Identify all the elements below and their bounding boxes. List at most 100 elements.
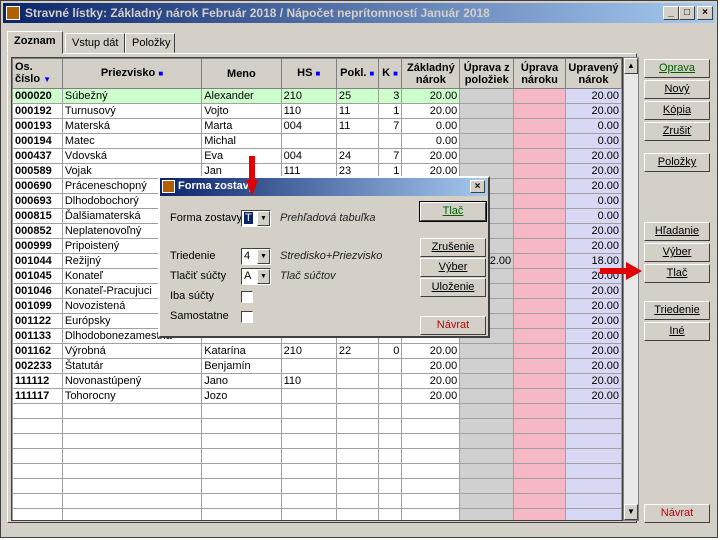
empty-cell[interactable] — [377, 433, 403, 449]
table-row[interactable]: 000192 Turnusový Vojto 110 11 1 20.00 20.00 — [12, 103, 622, 119]
cell-meno[interactable]: Jozo — [201, 388, 282, 404]
empty-cell[interactable] — [377, 448, 403, 464]
kopia-button[interactable]: Kópia — [644, 101, 710, 120]
cell-uprava-naroku[interactable] — [513, 88, 566, 104]
table-row[interactable]: 000020 Súbežný Alexander 210 25 3 20.00 20.00 — [12, 88, 622, 104]
empty-cell[interactable] — [335, 433, 379, 449]
cell-zakladny-narok[interactable]: 20.00 — [401, 148, 461, 164]
empty-cell[interactable] — [280, 463, 337, 479]
cell-upraveny-narok[interactable]: 20.00 — [564, 358, 622, 374]
empty-cell[interactable] — [280, 418, 337, 434]
dialog-zrusenie-button[interactable]: Zrušenie — [420, 238, 486, 257]
cell-meno[interactable]: Eva — [201, 148, 282, 164]
col-header-zakladny-narok[interactable]: Základný nárok — [401, 58, 461, 89]
cell-uprava-naroku[interactable] — [513, 208, 566, 224]
empty-cell[interactable] — [564, 448, 622, 464]
empty-cell[interactable] — [564, 493, 622, 509]
cell-uprava-naroku[interactable] — [513, 223, 566, 239]
navrat-button[interactable]: Návrat — [644, 504, 710, 523]
empty-cell[interactable] — [61, 448, 203, 464]
empty-cell[interactable] — [201, 448, 282, 464]
cell-upraveny-narok[interactable]: 20.00 — [564, 103, 622, 119]
col-header-priezvisko[interactable]: Priezvisko ■ — [61, 58, 203, 89]
cell-os-cislo[interactable]: 001162 — [12, 343, 63, 359]
novy-button[interactable]: Nový — [644, 80, 710, 99]
cell-hs[interactable]: 004 — [280, 148, 337, 164]
cell-uprava-naroku[interactable] — [513, 313, 566, 329]
cell-priezvisko[interactable]: Výrobná — [61, 343, 203, 359]
empty-cell[interactable] — [564, 433, 622, 449]
cell-upraveny-narok[interactable]: 20.00 — [564, 283, 622, 299]
cell-zakladny-narok[interactable]: 20.00 — [401, 373, 461, 389]
cell-os-cislo[interactable]: 001133 — [12, 328, 63, 344]
cell-zakladny-narok[interactable]: 0.00 — [401, 118, 461, 134]
empty-table-row[interactable] — [12, 448, 622, 464]
cell-pokl[interactable] — [335, 388, 379, 404]
cell-k[interactable] — [377, 388, 403, 404]
polozky-button[interactable]: Položky — [644, 153, 710, 172]
tab-zoznam[interactable]: Zoznam — [7, 31, 63, 54]
empty-cell[interactable] — [459, 478, 515, 494]
iba-sucty-checkbox[interactable] — [241, 291, 253, 303]
cell-pokl[interactable] — [335, 358, 379, 374]
title-bar[interactable]: Stravné lístky: Základný nárok Február 2… — [3, 3, 715, 23]
empty-cell[interactable] — [201, 493, 282, 509]
cell-pokl[interactable]: 11 — [335, 103, 379, 119]
cell-priezvisko[interactable]: Matec — [61, 133, 203, 149]
col-header-upraveny-narok[interactable]: Upravený nárok — [564, 58, 622, 89]
cell-os-cislo[interactable]: 000690 — [12, 178, 63, 194]
empty-cell[interactable] — [335, 448, 379, 464]
empty-cell[interactable] — [335, 418, 379, 434]
zrusit-button[interactable]: Zrušiť — [644, 122, 710, 141]
chevron-down-icon[interactable]: ▼ — [257, 269, 270, 284]
cell-priezvisko[interactable]: Súbežný — [61, 88, 203, 104]
col-header-hs[interactable]: HS ■ — [280, 58, 337, 89]
empty-cell[interactable] — [401, 403, 461, 419]
table-row[interactable]: 000437 Vdovská Eva 004 24 7 20.00 20.00 — [12, 148, 622, 164]
cell-uprava-naroku[interactable] — [513, 298, 566, 314]
empty-cell[interactable] — [201, 463, 282, 479]
empty-cell[interactable] — [12, 508, 63, 520]
oprava-button[interactable]: Oprava — [644, 59, 710, 78]
empty-cell[interactable] — [12, 463, 63, 479]
cell-uprava-naroku[interactable] — [513, 193, 566, 209]
col-header-k[interactable]: K ■ — [377, 58, 403, 89]
cell-os-cislo[interactable]: 002233 — [12, 358, 63, 374]
cell-k[interactable] — [377, 358, 403, 374]
cell-uprava-naroku[interactable] — [513, 373, 566, 389]
empty-table-row[interactable] — [12, 403, 622, 419]
cell-upraveny-narok[interactable]: 20.00 — [564, 298, 622, 314]
col-header-meno[interactable]: Meno — [201, 58, 282, 89]
empty-cell[interactable] — [564, 403, 622, 419]
table-row[interactable]: 002233 Štatutár Benjamín 20.00 20.00 — [12, 358, 622, 374]
empty-cell[interactable] — [280, 478, 337, 494]
cell-upraveny-narok[interactable]: 0.00 — [564, 133, 622, 149]
forma-zostavy-select[interactable]: T ▼ — [241, 210, 271, 227]
empty-cell[interactable] — [459, 433, 515, 449]
empty-cell[interactable] — [280, 433, 337, 449]
empty-cell[interactable] — [280, 448, 337, 464]
empty-cell[interactable] — [401, 418, 461, 434]
empty-cell[interactable] — [513, 478, 566, 494]
cell-upraveny-narok[interactable]: 0.00 — [564, 208, 622, 224]
empty-cell[interactable] — [12, 433, 63, 449]
cell-os-cislo[interactable]: 000693 — [12, 193, 63, 209]
table-row[interactable]: 001162 Výrobná Katarína 210 22 0 20.00 20.00 — [12, 343, 622, 359]
empty-cell[interactable] — [61, 478, 203, 494]
cell-hs[interactable]: 004 — [280, 118, 337, 134]
empty-cell[interactable] — [201, 478, 282, 494]
empty-cell[interactable] — [201, 403, 282, 419]
empty-cell[interactable] — [459, 493, 515, 509]
cell-pokl[interactable]: 24 — [335, 148, 379, 164]
cell-os-cislo[interactable]: 000437 — [12, 148, 63, 164]
empty-cell[interactable] — [564, 478, 622, 494]
cell-priezvisko[interactable]: Novonastúpený — [61, 373, 203, 389]
table-row[interactable]: 111112 Novonastúpený Jano 110 20.00 20.00 — [12, 373, 622, 389]
cell-priezvisko[interactable]: Materská — [61, 118, 203, 134]
empty-cell[interactable] — [61, 433, 203, 449]
empty-table-row[interactable] — [12, 478, 622, 494]
cell-k[interactable]: 3 — [377, 88, 403, 104]
empty-cell[interactable] — [459, 403, 515, 419]
cell-zakladny-narok[interactable]: 20.00 — [401, 103, 461, 119]
cell-k[interactable] — [377, 373, 403, 389]
